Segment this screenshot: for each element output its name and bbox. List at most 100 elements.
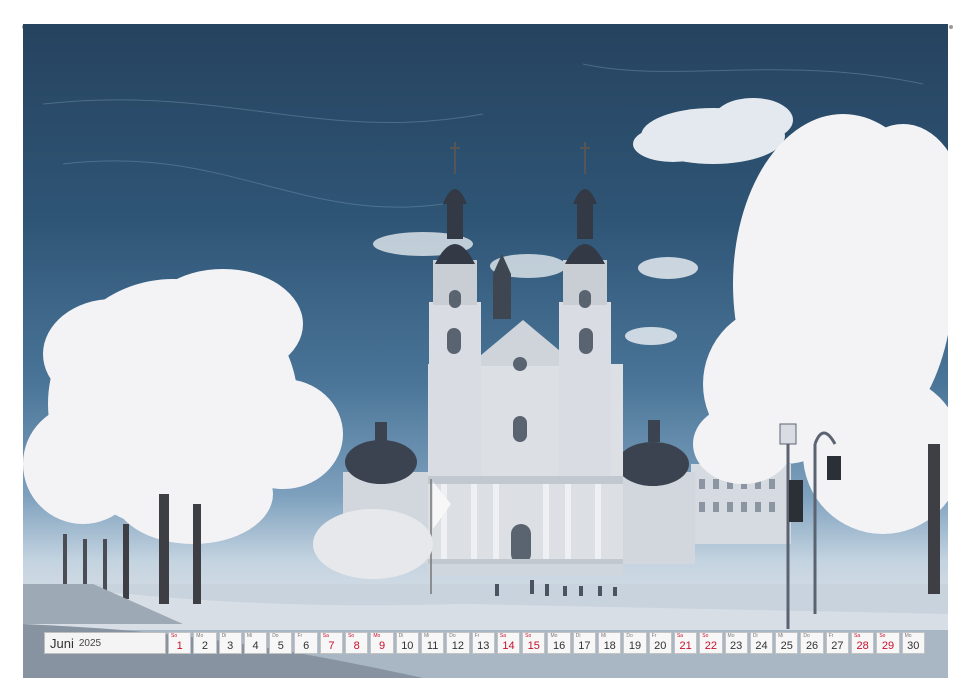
- day-number: 29: [881, 640, 895, 652]
- weekday-label: So: [525, 633, 532, 639]
- day-cell: Mo 23: [724, 632, 748, 654]
- day-number: 21: [679, 640, 692, 652]
- year-label: 2025: [78, 637, 102, 649]
- day-number: 3: [227, 640, 234, 652]
- right-tree: [693, 114, 948, 534]
- weekday-label: So: [879, 633, 886, 639]
- weekday-label: Mi: [778, 633, 784, 639]
- day-number: 26: [805, 640, 819, 652]
- weekday-label: Sa: [322, 633, 329, 639]
- month-label-box: Juni 2025: [44, 632, 166, 654]
- weekday-label: Sa: [854, 633, 861, 639]
- day-cell: So 8: [345, 632, 369, 654]
- weekday-label: Do: [803, 633, 810, 639]
- day-cell: Mo 30: [901, 632, 925, 654]
- day-number: 30: [907, 640, 920, 652]
- day-cell: Fr 27: [825, 632, 850, 654]
- day-number: 1: [176, 640, 183, 652]
- weekday-label: Fr: [828, 633, 834, 639]
- day-cell: Mo 2: [193, 632, 217, 654]
- day-number: 11: [426, 640, 439, 652]
- day-cell: Sa 7: [319, 632, 344, 654]
- day-cell: So 1: [168, 632, 192, 654]
- day-cell: Sa 14: [496, 632, 521, 654]
- weekday-label: Mo: [904, 633, 912, 639]
- day-number: 17: [578, 640, 591, 652]
- day-cell: Mi 11: [420, 632, 445, 654]
- cathedral: [343, 142, 695, 565]
- day-number: 22: [704, 640, 717, 652]
- day-cell: Fr 6: [294, 632, 318, 654]
- day-cell: Mi 18: [598, 632, 622, 654]
- left-tree: [23, 269, 433, 579]
- day-number: 28: [856, 640, 869, 652]
- weekday-label: So: [348, 633, 355, 639]
- day-number: 25: [780, 640, 793, 652]
- day-cell: Fr 20: [648, 632, 672, 654]
- day-cell: Di 3: [218, 632, 242, 654]
- weekday-label: Mo: [550, 633, 558, 639]
- day-number: 6: [303, 640, 310, 652]
- weekday-label: Sa: [499, 633, 506, 639]
- day-number: 5: [277, 640, 284, 652]
- weekday-label: Mi: [423, 633, 430, 639]
- day-number: 16: [552, 640, 566, 652]
- weekday-label: Di: [575, 633, 581, 639]
- day-number: 23: [730, 640, 743, 652]
- cathedral-scene: [23, 63, 948, 678]
- weekday-label: Do: [449, 633, 456, 639]
- weekday-label: Do: [272, 633, 279, 639]
- day-cell: Mo 9: [370, 632, 394, 654]
- day-number: 18: [603, 640, 616, 652]
- day-cell: So 29: [876, 632, 900, 654]
- day-cell: Mi 4: [243, 632, 268, 654]
- weekday-label: Di: [398, 633, 404, 639]
- day-cell: So 22: [699, 632, 723, 654]
- weekday-label: Fr: [474, 633, 480, 639]
- day-cell: Sa 28: [851, 632, 875, 654]
- binding-hole: [948, 25, 953, 29]
- day-number: 7: [328, 640, 335, 652]
- day-number: 12: [451, 640, 465, 652]
- day-number: 13: [477, 640, 490, 652]
- day-number: 2: [201, 640, 208, 652]
- day-cell: Do 19: [623, 632, 647, 654]
- calendar-strip: Juni 2025 So 1 Mo 2 Di 3 Mi 4 Do 5 Fr 6 Sa 7 So 8 Mo 9 Di 1…: [44, 632, 927, 654]
- weekday-label: Sa: [676, 633, 684, 639]
- weekday-label: Mo: [196, 633, 204, 639]
- day-number: 15: [527, 640, 540, 652]
- day-cell: So 15: [522, 632, 546, 654]
- day-number: 14: [502, 640, 515, 652]
- weekday-label: Di: [221, 633, 227, 639]
- day-cell: Do 26: [800, 632, 824, 654]
- day-number: 24: [755, 640, 768, 652]
- day-number: 8: [353, 640, 360, 652]
- day-cell: Sa 21: [673, 632, 698, 654]
- weekday-label: Fr: [651, 633, 657, 639]
- day-cell: Di 17: [572, 632, 597, 654]
- day-cell: Di 24: [749, 632, 774, 654]
- day-cell: Di 10: [395, 632, 419, 654]
- calendar-photo: [23, 24, 948, 678]
- day-number: 27: [831, 640, 844, 652]
- day-cell: Fr 13: [471, 632, 495, 654]
- day-number: 10: [401, 640, 414, 652]
- weekday-label: Mo: [727, 633, 735, 639]
- day-number: 19: [628, 640, 642, 652]
- day-cell: Mi 25: [775, 632, 799, 654]
- weekday-label: Do: [626, 633, 633, 639]
- day-number: 20: [654, 640, 667, 652]
- day-cells: So 1 Mo 2 Di 3 Mi 4 Do 5 Fr 6 Sa 7 So 8 Mo 9 Di 10 Mi 11 Do 12 F…: [168, 632, 925, 654]
- day-cell: Do 12: [446, 632, 470, 654]
- day-number: 9: [378, 640, 386, 652]
- day-cell: Mo 16: [547, 632, 571, 654]
- weekday-label: Mi: [601, 633, 607, 639]
- weekday-label: So: [171, 633, 178, 639]
- weekday-label: Fr: [297, 633, 303, 639]
- day-number: 4: [252, 640, 259, 652]
- day-cell: Do 5: [269, 632, 293, 654]
- weekday-label: So: [702, 633, 709, 639]
- weekday-label: Di: [752, 633, 758, 639]
- weekday-label: Mo: [373, 633, 381, 639]
- month-name: Juni: [50, 635, 74, 651]
